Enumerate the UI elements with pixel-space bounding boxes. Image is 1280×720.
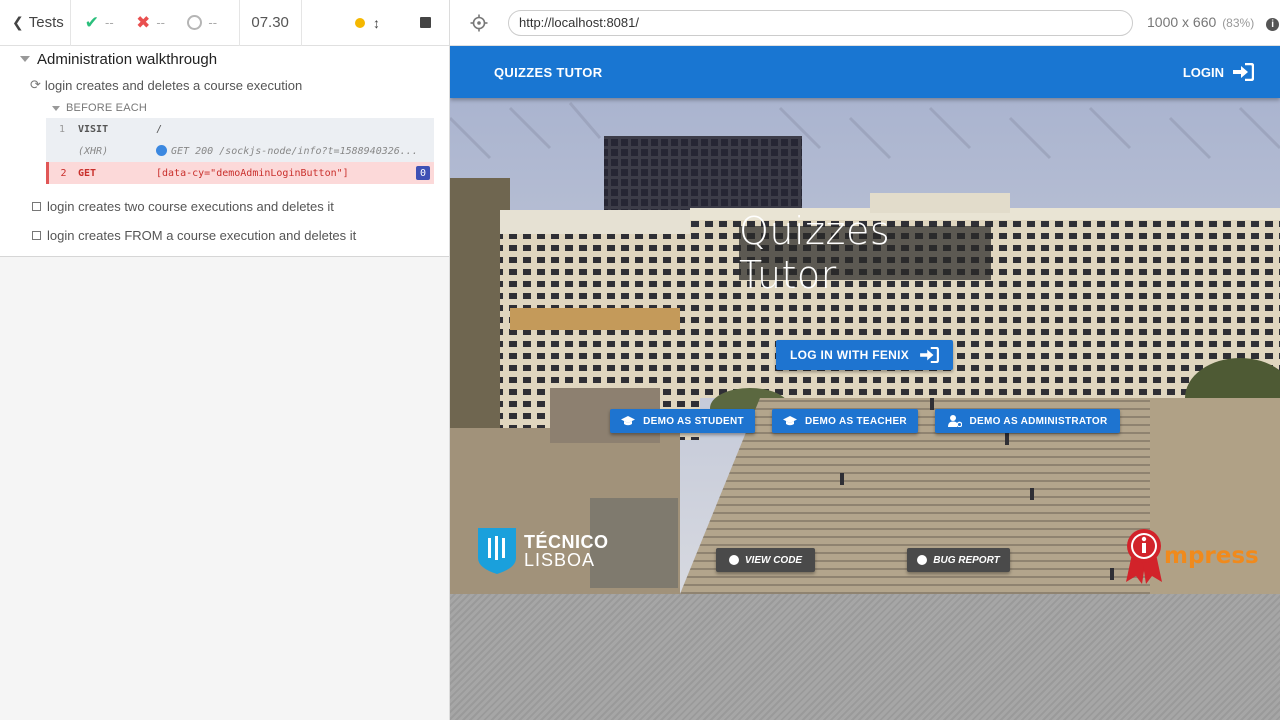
x-icon: ✖ (136, 12, 151, 32)
refresh-spinner-icon: ⟳ (30, 77, 41, 92)
demo-teacher-button[interactable]: DEMO AS TEACHER (772, 409, 918, 433)
command-name: (XHR) (78, 145, 109, 157)
viewport-info: 1000 x 660 (83%) i (1147, 14, 1280, 31)
fenix-login-label: LOG IN WITH FENIX (789, 348, 910, 362)
hero-section: Quizzes Tutor LOG IN WITH FENIX DEMO AS … (450, 98, 1280, 594)
run-controls: ↕ (302, 0, 449, 46)
pending-circle-icon (187, 15, 203, 30)
run-duration: 07.30 (240, 0, 302, 46)
app-frame: QUIZZES TUTOR LOGIN Quizzes Tutor LOG IN… (450, 46, 1280, 594)
login-nav-button[interactable]: LOGIN (1183, 63, 1254, 81)
reporter-panel: ❮ Tests ✔ -- ✖ -- -- 07.30 ↕ Administrat… (0, 0, 450, 720)
xhr-status-dot-icon (156, 145, 167, 156)
command-message: [data-cy="demoAdminLoginButton"] (156, 167, 349, 179)
viewport-size: 1000 x 660 (1147, 14, 1217, 30)
runnables-list: Administration walkthrough ⟳ login creat… (0, 46, 449, 257)
demo-student-button[interactable]: DEMO AS STUDENT (610, 409, 755, 433)
element-count-badge: 0 (416, 166, 430, 180)
command-row[interactable]: 1 VISIT / (46, 118, 434, 140)
pending-test-title: login creates FROM a course execution an… (47, 228, 357, 243)
failed-stat: ✖ -- (136, 13, 187, 33)
tecnico-line1: TÉCNICO (524, 532, 609, 552)
fenix-login-button[interactable]: LOG IN WITH FENIX (776, 340, 953, 370)
aut-header: 1000 x 660 (83%) i (450, 0, 1280, 46)
impress-ribbon-icon (1126, 529, 1162, 584)
demo-admin-button[interactable]: DEMO AS ADMINISTRATOR (935, 409, 1120, 433)
passed-count: -- (105, 15, 114, 30)
caret-down-icon (52, 105, 60, 111)
view-code-label: VIEW CODE (744, 554, 803, 566)
tecnico-line2: LISBOA (524, 550, 596, 570)
suite-title: Administration walkthrough (37, 50, 218, 68)
suite-title-row[interactable]: Administration walkthrough (0, 46, 449, 72)
app-navbar: QUIZZES TUTOR LOGIN (450, 46, 1280, 98)
running-test-title: login creates and deletes a course execu… (44, 77, 303, 93)
tests-back-button[interactable]: ❮ Tests (0, 0, 71, 46)
ist-shield-icon (478, 528, 516, 574)
hero-title: Quizzes Tutor (739, 209, 991, 297)
xhr-command-row[interactable]: (XHR) GET 200 /sockjs-node/info?t=158894… (46, 140, 434, 162)
bug-report-button[interactable]: BUG REPORT (907, 548, 1010, 572)
graduation-cap-icon (621, 416, 636, 426)
command-number: 2 (60, 167, 67, 179)
selector-playground-button[interactable] (450, 14, 508, 32)
demo-admin-label: DEMO AS ADMINISTRATOR (969, 415, 1108, 427)
user-cog-icon (947, 415, 962, 427)
command-message: GET 200 /sockjs-node/info?t=1588940326..… (171, 146, 418, 157)
tests-label: Tests (28, 14, 64, 31)
test-stats: ✔ -- ✖ -- -- (71, 0, 240, 46)
pending-test-title: login creates two course executions and … (47, 199, 334, 214)
pending-stat: -- (187, 15, 238, 30)
command-number: 1 (58, 123, 66, 135)
command-name: GET (78, 167, 97, 179)
auto-scroll-arrows-icon[interactable]: ↕ (373, 15, 380, 31)
graduation-cap-icon (783, 416, 798, 426)
command-message: / (156, 123, 163, 135)
viewport-scale: (83%) (1222, 16, 1255, 30)
command-message-wrapper: GET 200 /sockjs-node/info?t=1588940326..… (156, 145, 434, 157)
passed-stat: ✔ -- (85, 13, 136, 33)
chevron-left-icon: ❮ (12, 14, 24, 30)
pending-test-row[interactable]: login creates two course executions and … (0, 192, 449, 221)
sign-in-icon (1233, 63, 1254, 81)
brand-title[interactable]: QUIZZES TUTOR (494, 65, 602, 80)
url-bar[interactable] (508, 9, 1133, 36)
hook-label: BEFORE EACH (66, 102, 148, 114)
pending-square-icon (32, 231, 41, 240)
failed-count: -- (156, 15, 166, 30)
view-code-button[interactable]: VIEW CODE (716, 548, 815, 572)
crosshair-icon (470, 14, 488, 31)
login-label: LOGIN (1182, 64, 1224, 80)
impress-logo: mpress (1122, 528, 1259, 584)
bug-report-label: BUG REPORT (933, 554, 1000, 566)
tecnico-lisboa-logo: TÉCNICO LISBOA (478, 528, 609, 574)
info-icon[interactable]: i (1266, 18, 1280, 31)
check-icon: ✔ (84, 12, 100, 32)
stop-button[interactable] (420, 17, 431, 28)
demo-student-label: DEMO AS STUDENT (643, 415, 744, 427)
demo-teacher-label: DEMO AS TEACHER (805, 415, 907, 427)
before-each-hook[interactable]: BEFORE EACH (0, 98, 449, 118)
command-name: VISIT (78, 123, 109, 135)
github-icon (917, 555, 928, 565)
github-icon (728, 555, 739, 565)
running-test-row[interactable]: ⟳ login creates and deletes a course exe… (0, 72, 449, 98)
pending-test-row[interactable]: login creates FROM a course execution an… (0, 221, 449, 250)
auto-scroll-dot-icon[interactable] (355, 17, 365, 28)
impress-wordmark: mpress (1164, 543, 1259, 569)
reporter-header: ❮ Tests ✔ -- ✖ -- -- 07.30 ↕ (0, 0, 449, 46)
tecnico-text: TÉCNICO LISBOA (524, 533, 609, 569)
caret-down-icon (20, 56, 30, 62)
pending-count: -- (208, 15, 218, 30)
sign-in-icon (920, 347, 940, 363)
failed-command-row[interactable]: 2 GET [data-cy="demoAdminLoginButton"] 0 (46, 162, 434, 184)
pending-square-icon (32, 202, 41, 211)
